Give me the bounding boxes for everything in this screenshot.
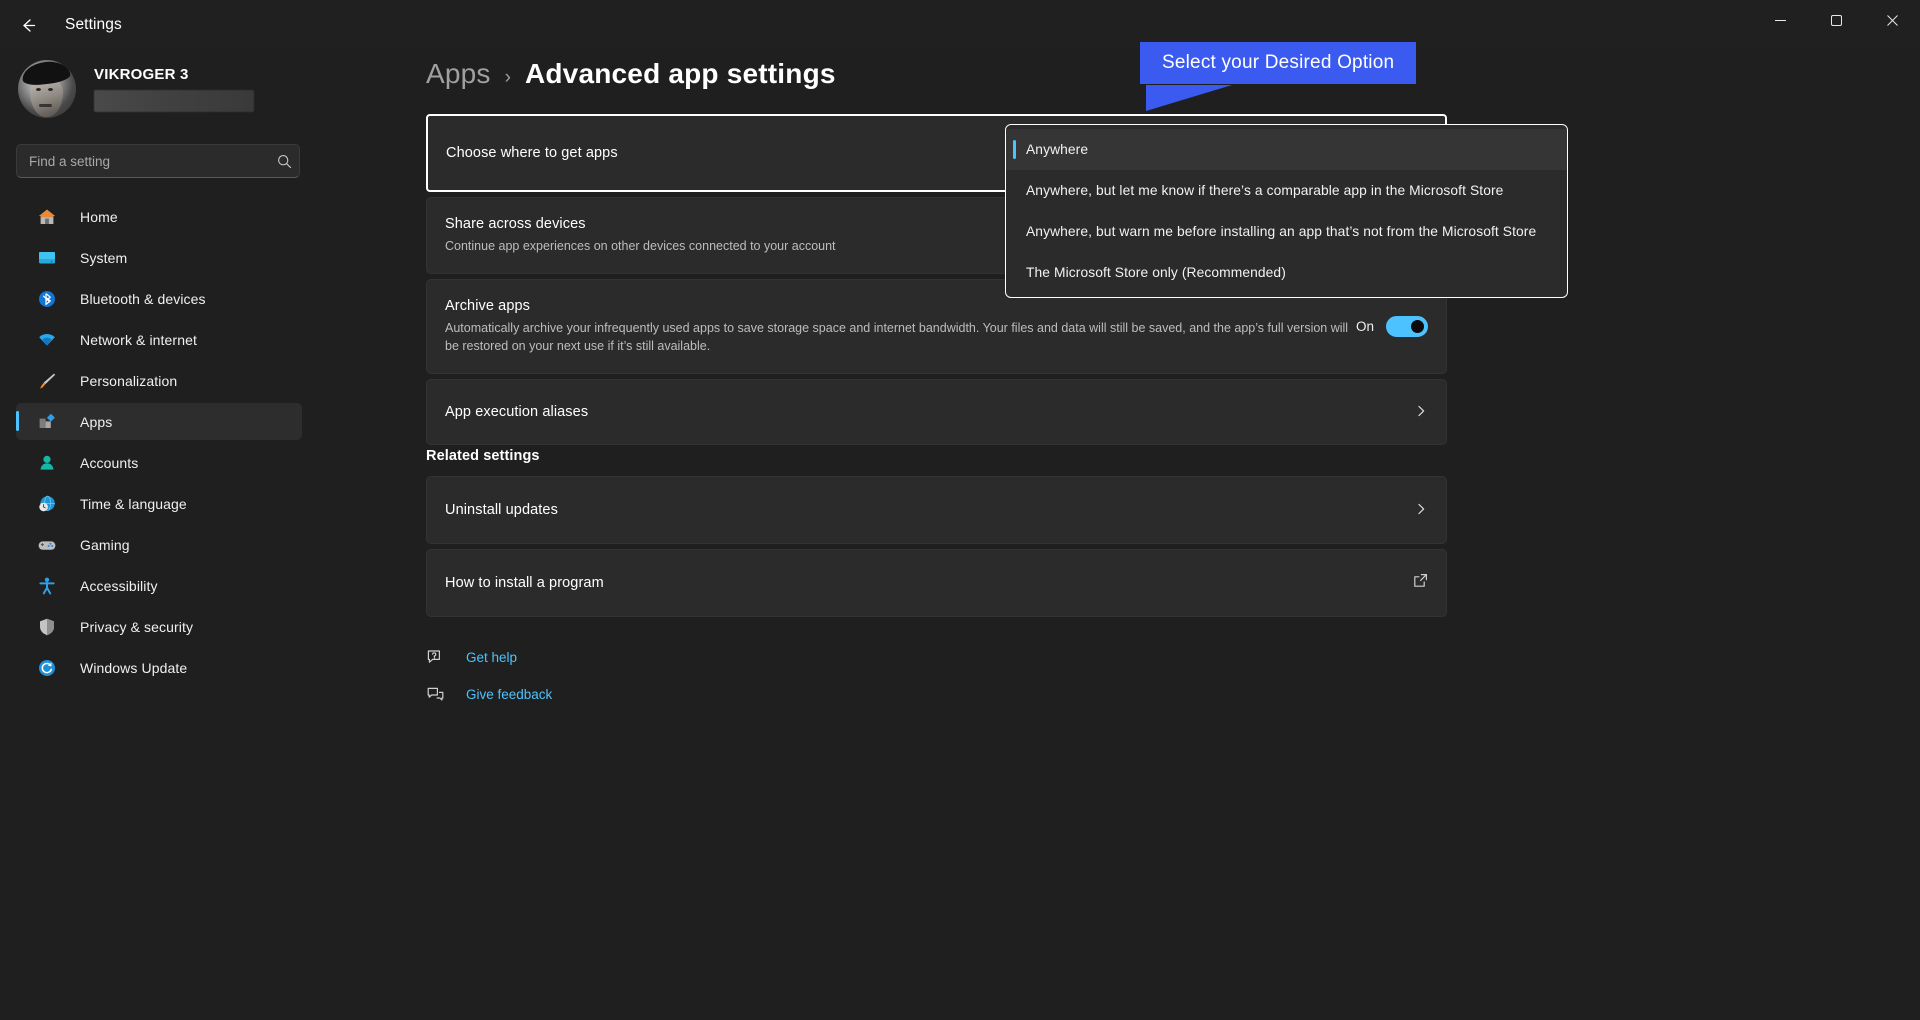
callout-text: Select your Desired Option — [1140, 42, 1417, 84]
card-title: Uninstall updates — [445, 502, 558, 518]
card-app-execution-aliases[interactable]: App execution aliases — [426, 379, 1447, 446]
search-input[interactable] — [17, 153, 269, 169]
minimize-icon — [1774, 19, 1786, 21]
system-monitor-icon — [36, 247, 58, 269]
title-bar: Settings — [0, 0, 1920, 48]
search-box[interactable] — [16, 144, 300, 178]
sidebar-item-label: Apps — [80, 413, 113, 430]
profile-name: VIKROGER 3 — [94, 66, 189, 83]
settings-window: Settings VIKROGER 3 Find a setting Home … — [0, 0, 1920, 1020]
card-subtitle: Automatically archive your infrequently … — [445, 321, 1349, 354]
callout-pointer — [1146, 85, 1232, 111]
user-profile[interactable]: VIKROGER 3 — [18, 60, 254, 118]
sidebar-item-time-language[interactable]: Time & language — [16, 485, 302, 522]
dropdown-option-store-only[interactable]: The Microsoft Store only (Recommended) — [1006, 252, 1567, 293]
sidebar-item-system[interactable]: System — [16, 239, 302, 276]
shield-icon — [36, 616, 58, 638]
sidebar-item-personalization[interactable]: Personalization — [16, 362, 302, 399]
card-uninstall-updates[interactable]: Uninstall updates — [426, 476, 1447, 544]
dropdown-option-label: Anywhere, but let me know if there’s a c… — [1026, 183, 1504, 198]
give-feedback-label: Give feedback — [466, 687, 553, 702]
dropdown-option-label: Anywhere, but warn me before installing … — [1026, 224, 1537, 239]
page-title: Advanced app settings — [524, 58, 836, 89]
bluetooth-icon — [36, 288, 58, 310]
related-settings-heading: Related settings — [426, 448, 540, 464]
card-title: App execution aliases — [445, 404, 589, 421]
breadcrumb-separator-icon: › — [504, 67, 511, 88]
sidebar-item-label: Privacy & security — [80, 618, 194, 635]
sidebar-item-label: Network & internet — [80, 331, 197, 348]
sidebar-item-network[interactable]: Network & internet — [16, 321, 302, 358]
chevron-right-icon — [1414, 404, 1428, 421]
help-question-icon — [426, 648, 452, 667]
window-title: Settings — [65, 16, 122, 33]
sidebar-item-privacy-security[interactable]: Privacy & security — [16, 608, 302, 645]
sidebar-item-label: Personalization — [80, 372, 178, 389]
wifi-icon — [36, 329, 58, 351]
account-person-icon — [36, 452, 58, 474]
footer-links: Get help Give feedback — [426, 648, 552, 722]
archive-apps-toggle[interactable] — [1386, 316, 1428, 338]
update-refresh-icon — [36, 657, 58, 679]
maximize-button[interactable] — [1808, 0, 1864, 40]
avatar — [18, 60, 76, 118]
instruction-callout: Select your Desired Option — [1140, 42, 1417, 111]
paintbrush-icon — [36, 370, 58, 392]
sidebar-item-label: Gaming — [80, 536, 130, 553]
choose-where-to-get-apps-dropdown[interactable]: Anywhere Anywhere, but let me know if th… — [1005, 124, 1568, 298]
dropdown-option-anywhere[interactable]: Anywhere — [1006, 129, 1567, 170]
accessibility-person-icon — [36, 575, 58, 597]
close-icon — [1886, 14, 1898, 26]
sidebar-item-label: Time & language — [80, 495, 187, 512]
sidebar-item-label: System — [80, 249, 128, 266]
dropdown-option-anywhere-notify[interactable]: Anywhere, but let me know if there’s a c… — [1006, 170, 1567, 211]
sidebar-item-label: Windows Update — [80, 659, 188, 676]
apps-icon — [36, 411, 58, 433]
minimize-button[interactable] — [1752, 0, 1808, 40]
maximize-icon — [1830, 14, 1842, 26]
sidebar-item-bluetooth[interactable]: Bluetooth & devices — [16, 280, 302, 317]
search-icon[interactable] — [269, 154, 299, 169]
card-how-to-install-a-program[interactable]: How to install a program — [426, 549, 1447, 617]
sidebar-item-label: Home — [80, 208, 118, 225]
gamepad-icon — [36, 534, 58, 556]
back-button[interactable] — [10, 10, 46, 40]
sidebar-item-windows-update[interactable]: Windows Update — [16, 649, 302, 686]
sidebar-item-home[interactable]: Home — [16, 198, 302, 235]
get-help-link[interactable]: Get help — [426, 648, 552, 667]
card-title: Archive apps — [445, 298, 531, 315]
dropdown-option-label: The Microsoft Store only (Recommended) — [1026, 265, 1286, 280]
card-title: How to install a program — [445, 575, 604, 591]
chevron-right-icon — [1414, 502, 1428, 519]
dropdown-option-anywhere-warn[interactable]: Anywhere, but warn me before installing … — [1006, 211, 1567, 252]
toggle-state-label: On — [1355, 319, 1374, 335]
sidebar-item-accessibility[interactable]: Accessibility — [16, 567, 302, 604]
window-controls — [1752, 0, 1920, 40]
sidebar-item-gaming[interactable]: Gaming — [16, 526, 302, 563]
sidebar-item-label: Bluetooth & devices — [80, 290, 206, 307]
close-button[interactable] — [1864, 0, 1920, 40]
give-feedback-link[interactable]: Give feedback — [426, 685, 552, 704]
back-arrow-icon — [22, 18, 35, 32]
profile-email-redacted — [94, 90, 254, 112]
sidebar-item-apps[interactable]: Apps — [16, 403, 302, 440]
breadcrumb: Apps › Advanced app settings — [426, 58, 836, 90]
get-help-label: Get help — [466, 650, 518, 665]
clock-globe-icon — [36, 493, 58, 515]
external-link-icon — [1413, 573, 1428, 593]
sidebar-item-accounts[interactable]: Accounts — [16, 444, 302, 481]
sidebar: VIKROGER 3 Find a setting Home System Bl… — [0, 48, 320, 1020]
dropdown-option-label: Anywhere — [1026, 142, 1089, 157]
related-settings-list: Uninstall updates How to install a progr… — [426, 476, 1447, 622]
home-icon — [36, 206, 58, 228]
sidebar-nav: Home System Bluetooth & devices Network … — [16, 198, 302, 690]
breadcrumb-parent[interactable]: Apps — [426, 58, 491, 90]
sidebar-item-label: Accessibility — [80, 577, 158, 594]
feedback-icon — [426, 685, 452, 704]
sidebar-item-label: Accounts — [80, 454, 139, 471]
